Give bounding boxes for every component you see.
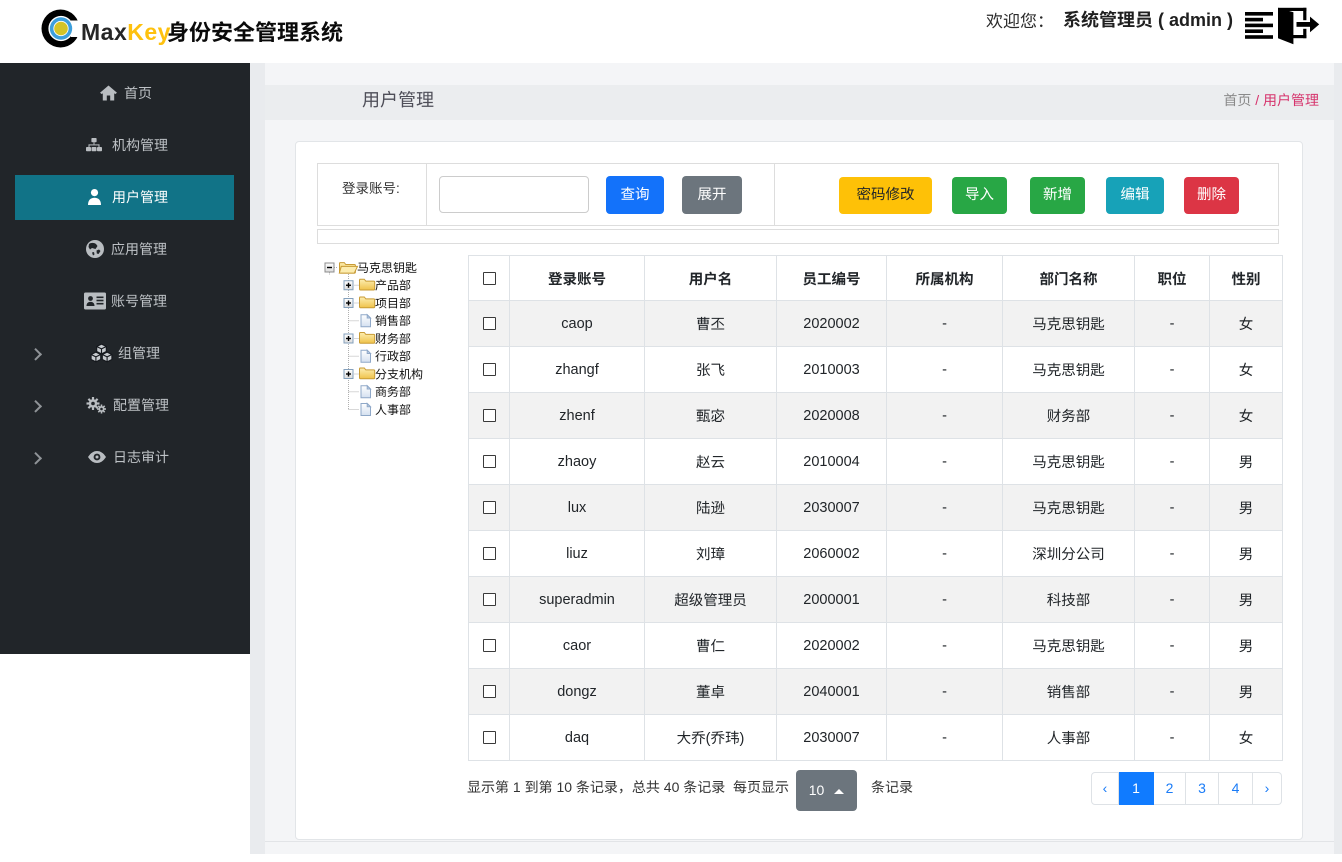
svg-text:商务部: 商务部 bbox=[375, 385, 411, 399]
svg-text:财务部: 财务部 bbox=[375, 332, 411, 346]
svg-text:项目部: 项目部 bbox=[375, 296, 411, 310]
svg-text:产品部: 产品部 bbox=[375, 279, 411, 293]
svg-text:销售部: 销售部 bbox=[375, 314, 411, 328]
svg-text:马克思钥匙: 马克思钥匙 bbox=[357, 261, 417, 275]
svg-text:分支机构: 分支机构 bbox=[375, 367, 423, 381]
svg-text:行政部: 行政部 bbox=[375, 350, 411, 364]
svg-text:人事部: 人事部 bbox=[375, 403, 411, 417]
